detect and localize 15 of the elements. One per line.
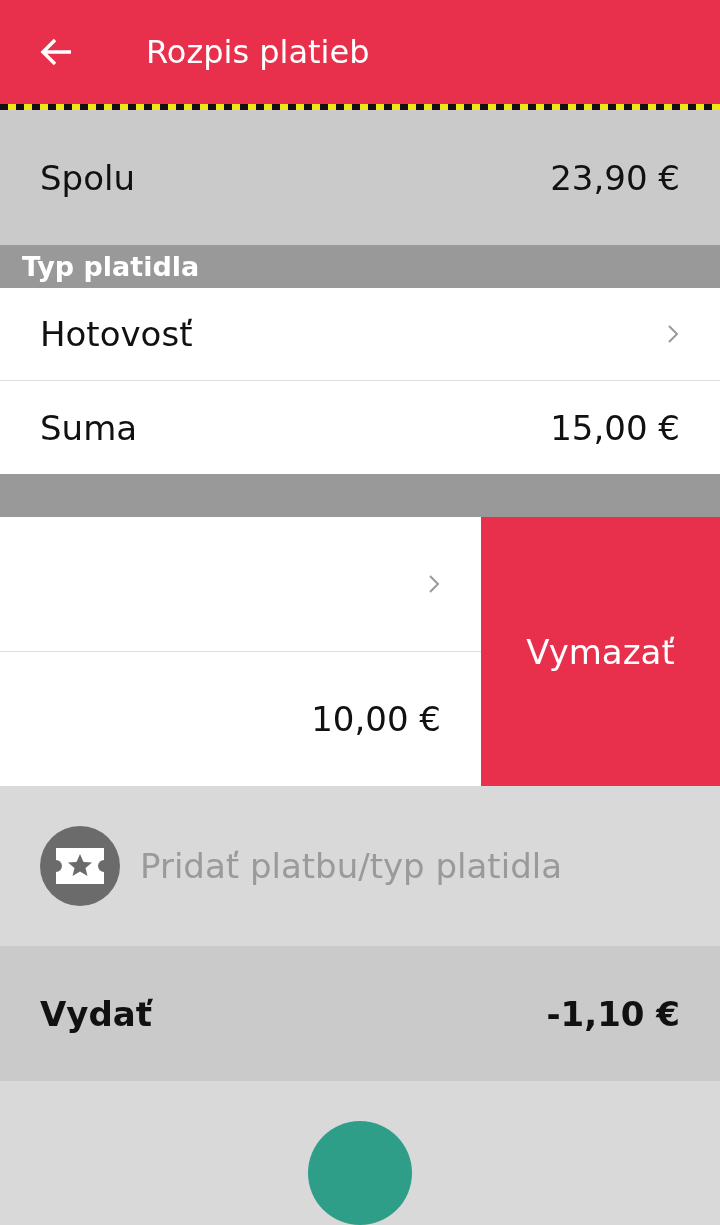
payment-method: Hotovosť — [40, 314, 193, 355]
change-label: Vydať — [40, 993, 152, 1034]
amount-value: 15,00 € — [550, 407, 680, 448]
change-value: -1,10 € — [546, 993, 680, 1034]
amount-label: Suma — [40, 407, 138, 448]
ticket-icon — [40, 826, 120, 906]
chevron-icon — [427, 572, 441, 595]
total-value: 23,90 € — [550, 157, 680, 198]
delete-button[interactable]: Vymazať — [481, 517, 720, 786]
payment-method-row[interactable]: Hotovosť — [0, 288, 720, 382]
amount-value: 10,00 € — [311, 698, 441, 739]
screen-title: Rozpis platieb — [146, 33, 370, 71]
amount-row[interactable]: Suma 15,00 € — [0, 381, 720, 474]
section-title: Typ platidla — [22, 251, 200, 282]
total-label: Spolu — [40, 157, 135, 198]
